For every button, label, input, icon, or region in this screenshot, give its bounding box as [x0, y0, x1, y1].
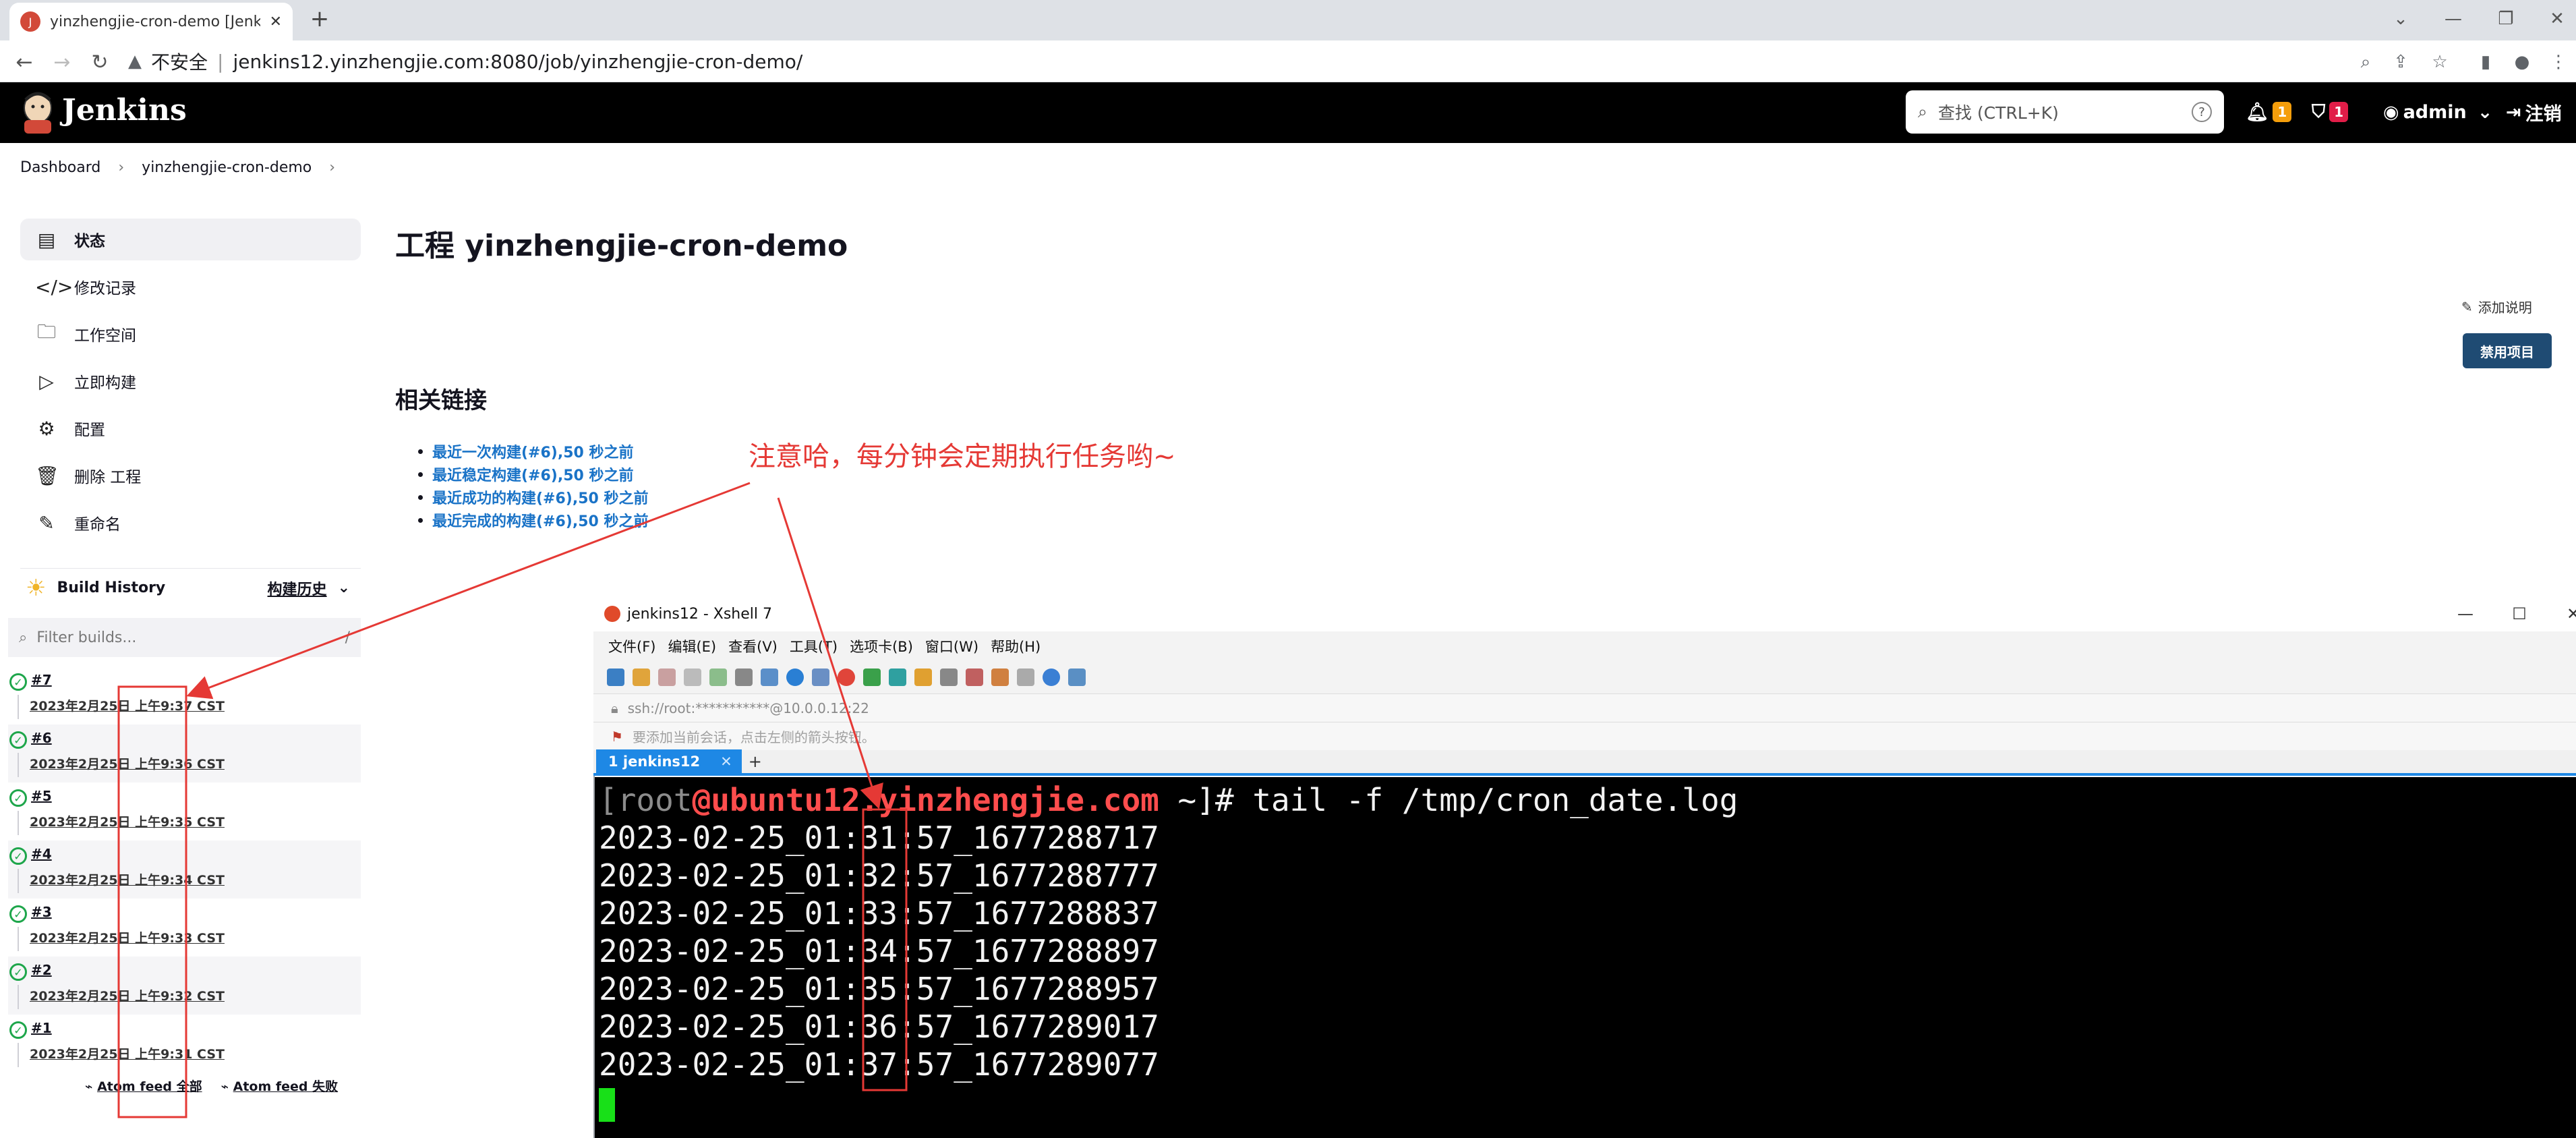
annotation-overlay	[117, 482, 908, 1118]
highlight-box-build-times	[117, 685, 187, 1118]
annotation-arrow-left	[186, 482, 751, 700]
highlight-box-minutes	[862, 808, 908, 1091]
annotation-arrow-right	[777, 497, 883, 809]
